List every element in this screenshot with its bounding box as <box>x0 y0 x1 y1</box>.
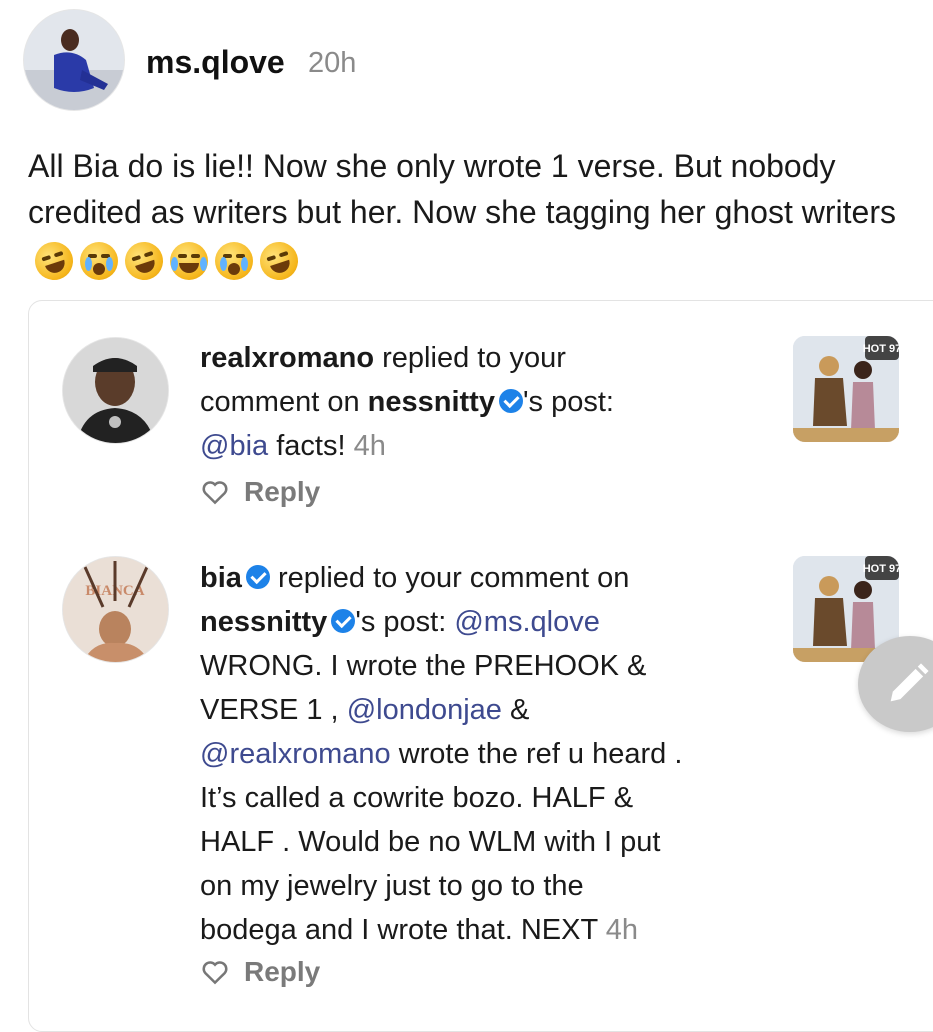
reply-body: facts! <box>268 430 346 462</box>
reply-text: realxromano replied to your comment on n… <box>200 336 800 468</box>
post-owner-link[interactable]: nessnitty <box>200 606 327 638</box>
reply-body-line: & <box>509 694 530 726</box>
pencil-icon <box>890 663 929 702</box>
reply-timestamp: 4h <box>605 914 638 946</box>
reply-body-line: WRONG. I wrote the PREHOOK & <box>200 650 647 682</box>
reply-action: replied to your comment on <box>277 562 630 594</box>
tears-of-joy-emoji-icon <box>170 241 208 280</box>
reply-text: bia replied to your comment on nessnitty… <box>200 556 800 952</box>
rolling-laughing-emoji-icon <box>120 236 168 285</box>
reply-label[interactable]: Reply <box>244 476 320 508</box>
post-timestamp: 20h <box>308 47 357 79</box>
post-suffix: 's post: <box>355 606 447 638</box>
reply-button[interactable]: Reply <box>200 476 320 508</box>
author-photo <box>24 10 124 110</box>
verified-badge-icon <box>498 389 523 413</box>
mention-link[interactable]: @ms.qlove <box>454 606 599 638</box>
reply-timestamp: 4h <box>353 430 386 462</box>
reply-button[interactable]: Reply <box>200 956 320 988</box>
reply-action: replied to your <box>382 342 566 374</box>
thumbnail-photo: HOT 97 <box>793 336 899 442</box>
heart-icon[interactable] <box>200 477 230 507</box>
rolling-laughing-emoji-icon <box>30 236 78 285</box>
mention-link[interactable]: @realxromano <box>200 738 391 770</box>
post-username[interactable]: ms.qlove <box>146 44 285 81</box>
loudly-crying-emoji-icon <box>215 241 253 280</box>
post-text: All Bia do is lie!! Now she only wrote 1… <box>28 143 918 285</box>
loudly-crying-emoji-icon <box>80 241 118 280</box>
reply-label[interactable]: Reply <box>244 956 320 988</box>
reply-body-line: It’s called a cowrite bozo. HALF & <box>200 782 634 814</box>
mention-link[interactable]: @londonjae <box>347 694 502 726</box>
thumbnail-logo: HOT 97 <box>863 343 899 355</box>
reply-author-photo: BIANCA <box>63 557 168 662</box>
reply-author-photo <box>63 338 168 443</box>
emoji-row <box>28 236 303 285</box>
reply-body-line: HALF . Would be no WLM with I put <box>200 826 661 858</box>
realxromano-avatar[interactable] <box>63 338 168 443</box>
reply-action-cont: comment on <box>200 386 360 418</box>
reply-body-line: on my jewelry just to go to the <box>200 870 584 902</box>
reply-body-line: VERSE 1 , <box>200 694 339 726</box>
verified-badge-icon <box>331 609 356 633</box>
post-suffix: 's post: <box>522 386 614 418</box>
reply-body-line: wrote the ref u heard . <box>398 738 683 770</box>
verified-badge-icon <box>245 565 270 589</box>
rolling-laughing-emoji-icon <box>255 236 303 285</box>
post-body: All Bia do is lie!! Now she only wrote 1… <box>28 148 896 230</box>
post-thumbnail[interactable]: HOT 97 <box>793 336 899 442</box>
post-author-avatar[interactable] <box>24 10 124 110</box>
post-owner-link[interactable]: nessnitty <box>368 386 495 418</box>
bia-avatar[interactable]: BIANCA <box>63 557 168 662</box>
reply-username[interactable]: realxromano <box>200 342 374 374</box>
heart-icon[interactable] <box>200 957 230 987</box>
thumbnail-logo: HOT 97 <box>863 563 899 575</box>
mention-link[interactable]: @bia <box>200 430 268 462</box>
reply-username[interactable]: bia <box>200 562 242 594</box>
reply-body-line: bodega and I wrote that. NEXT <box>200 914 598 946</box>
